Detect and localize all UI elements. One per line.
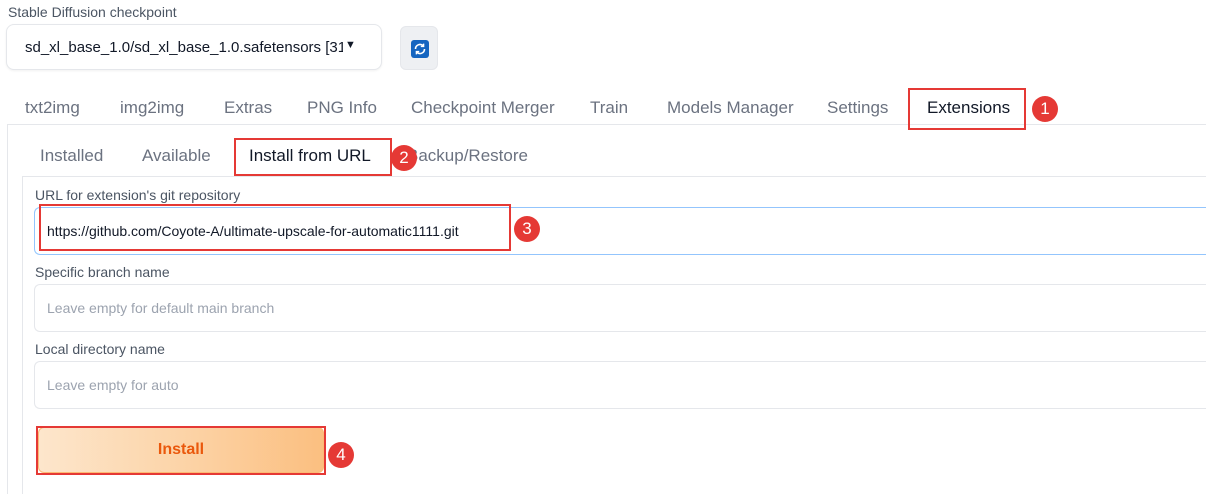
chevron-down-icon: ▼	[345, 39, 356, 51]
refresh-icon	[411, 40, 429, 58]
tab-png-info[interactable]: PNG Info	[307, 98, 377, 118]
tab-backup-restore[interactable]: Backup/Restore	[407, 146, 528, 166]
checkpoint-dropdown[interactable]: sd_xl_base_1.0/sd_xl_base_1.0.safetensor…	[6, 24, 382, 70]
tab-extras[interactable]: Extras	[224, 98, 272, 118]
checkpoint-value: sd_xl_base_1.0/sd_xl_base_1.0.safetensor…	[25, 39, 343, 56]
branch-field[interactable]	[34, 284, 1206, 332]
tab-checkpoint-merger[interactable]: Checkpoint Merger	[411, 98, 555, 118]
step-3-badge: 3	[514, 216, 540, 242]
tab-installed[interactable]: Installed	[40, 146, 103, 166]
branch-input[interactable]	[47, 285, 1197, 331]
tab-train[interactable]: Train	[590, 98, 628, 118]
step-1-badge: 1	[1032, 96, 1058, 122]
step-2-badge: 2	[391, 145, 417, 171]
highlight-box-step-3	[39, 204, 511, 251]
branch-field-label: Specific branch name	[35, 264, 170, 280]
refresh-checkpoint-button[interactable]	[400, 26, 438, 70]
tab-models-manager[interactable]: Models Manager	[667, 98, 794, 118]
highlight-box-step-4	[36, 426, 326, 475]
step-4-badge: 4	[328, 442, 354, 468]
directory-input[interactable]	[47, 362, 1197, 408]
tab-txt2img[interactable]: txt2img	[25, 98, 80, 118]
highlight-box-step-2	[234, 138, 392, 176]
checkpoint-label: Stable Diffusion checkpoint	[8, 4, 177, 20]
tab-available[interactable]: Available	[142, 146, 211, 166]
panel-border	[7, 124, 8, 494]
directory-field-label: Local directory name	[35, 341, 165, 357]
url-field-label: URL for extension's git repository	[35, 187, 241, 203]
tab-settings[interactable]: Settings	[827, 98, 888, 118]
highlight-box-step-1	[908, 88, 1026, 130]
tab-bar-divider	[7, 124, 1206, 125]
directory-field[interactable]	[34, 361, 1206, 409]
tab-img2img[interactable]: img2img	[120, 98, 184, 118]
